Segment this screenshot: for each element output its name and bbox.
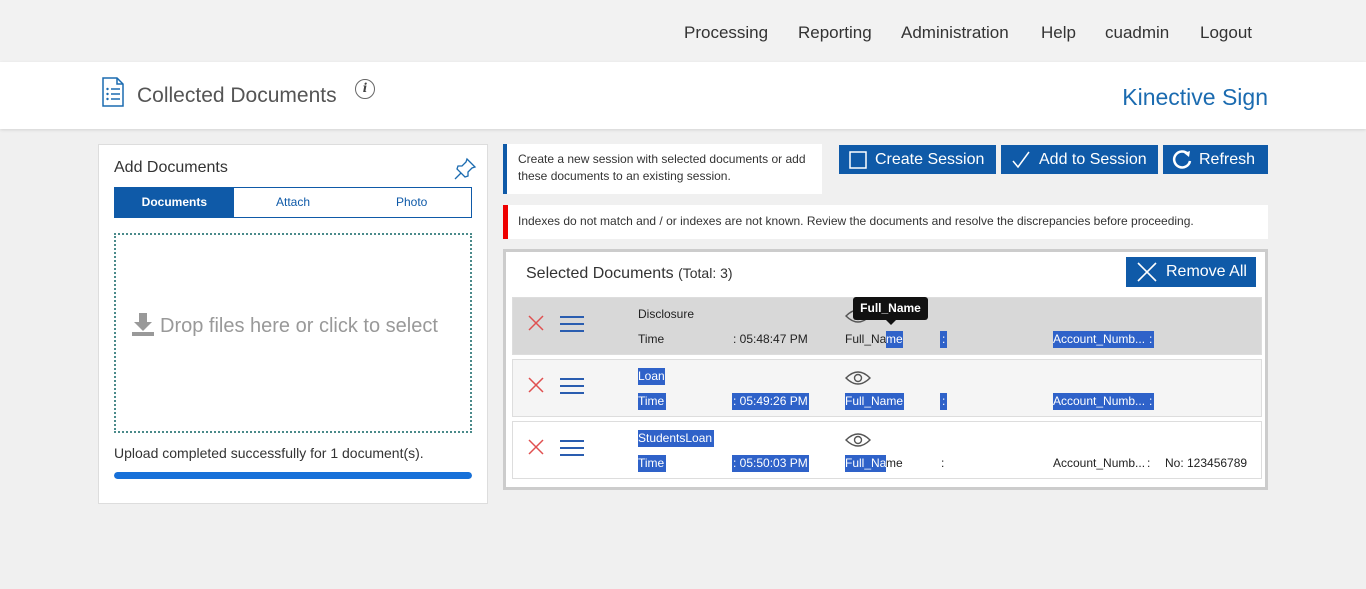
document-name: Disclosure xyxy=(638,307,695,321)
refresh-button[interactable]: Refresh xyxy=(1163,145,1268,174)
upload-progress-fill xyxy=(114,472,472,479)
nav-reporting[interactable]: Reporting xyxy=(798,23,872,43)
menu-icon[interactable] xyxy=(559,439,585,457)
refresh-label: Refresh xyxy=(1199,150,1256,168)
add-documents-panel: Add Documents Documents Attach Photo Dro… xyxy=(98,144,488,504)
page-header: Collected Documents i Kinective Sign xyxy=(0,62,1366,129)
top-nav: Processing Reporting Administration Help… xyxy=(0,0,1366,62)
full-name-label-part1: Full_Na xyxy=(845,332,887,346)
selected-documents-label: Selected Documents xyxy=(526,265,674,282)
upload-tabs: Documents Attach Photo xyxy=(114,187,472,218)
full-name-tooltip: Full_Name xyxy=(853,297,928,325)
info-icon[interactable]: i xyxy=(355,79,375,99)
nav-logout[interactable]: Logout xyxy=(1200,23,1252,43)
download-icon xyxy=(132,313,154,336)
time-label: Time xyxy=(638,393,667,410)
eye-icon[interactable] xyxy=(845,432,871,448)
account-number-separator: : xyxy=(1147,331,1155,348)
create-session-button[interactable]: Create Session xyxy=(839,145,996,174)
upload-status: Upload completed successfully for 1 docu… xyxy=(114,445,424,461)
document-name: StudentsLoan xyxy=(638,430,715,447)
account-number-label: Account_Numb... xyxy=(1053,331,1149,348)
checkmark-icon xyxy=(1012,151,1030,168)
session-info: Create a new session with selected docum… xyxy=(503,144,822,194)
refresh-icon xyxy=(1172,149,1192,169)
full-name-label-part2: me xyxy=(886,456,903,470)
nav-user[interactable]: cuadmin xyxy=(1105,23,1169,43)
remove-all-button[interactable]: Remove All xyxy=(1126,257,1256,287)
tab-documents[interactable]: Documents xyxy=(115,188,234,217)
selected-documents-panel: Selected Documents (Total: 3) Remove All… xyxy=(503,249,1268,490)
menu-icon[interactable] xyxy=(559,377,585,395)
account-number-label: Account_Numb... xyxy=(1053,393,1149,410)
add-to-session-button[interactable]: Add to Session xyxy=(1001,145,1158,174)
upload-progress-bar xyxy=(114,472,472,479)
remove-all-label: Remove All xyxy=(1166,263,1247,280)
eye-icon[interactable] xyxy=(845,370,871,386)
selected-documents-title: Selected Documents (Total: 3) xyxy=(526,265,733,283)
tab-photo[interactable]: Photo xyxy=(352,188,471,217)
dropzone-label: Drop files here or click to select xyxy=(160,315,438,337)
nav-processing[interactable]: Processing xyxy=(684,23,768,43)
account-number-label: Account_Numb... xyxy=(1053,456,1146,470)
full-name-separator: : xyxy=(941,456,945,470)
account-number-value: No: 123456789 xyxy=(1165,456,1248,470)
account-number-separator: : xyxy=(1147,456,1151,470)
pin-icon[interactable] xyxy=(453,157,477,181)
full-name-label-part2: me xyxy=(886,331,903,348)
remove-icon[interactable] xyxy=(527,376,545,394)
full-name-separator: : xyxy=(940,331,948,348)
checkbox-icon xyxy=(849,150,867,169)
remove-icon[interactable] xyxy=(527,314,545,332)
tab-attach[interactable]: Attach xyxy=(234,188,353,217)
nav-help[interactable]: Help xyxy=(1041,23,1076,43)
page-title: Collected Documents xyxy=(137,84,337,107)
file-dropzone[interactable]: Drop files here or click to select xyxy=(114,233,472,433)
nav-administration[interactable]: Administration xyxy=(901,23,1009,43)
time-value: : 05:48:47 PM xyxy=(733,332,808,346)
close-icon xyxy=(1137,262,1157,282)
menu-icon[interactable] xyxy=(559,315,585,333)
full-name-label: Full_Name xyxy=(845,393,905,410)
remove-icon[interactable] xyxy=(527,438,545,456)
time-label: Time xyxy=(638,455,667,472)
create-session-label: Create Session xyxy=(875,150,985,168)
document-row[interactable]: StudentsLoan Time : 05:50:03 PM Full_Na … xyxy=(512,421,1262,479)
brand-name: Kinective Sign xyxy=(1122,84,1268,110)
selected-documents-total: (Total: 3) xyxy=(678,265,733,281)
document-name: Loan xyxy=(638,368,665,385)
account-number-separator: : xyxy=(1147,393,1155,410)
full-name-label-part1: Full_Na xyxy=(845,455,887,472)
index-warning: Indexes do not match and / or indexes ar… xyxy=(503,205,1268,239)
full-name-separator: : xyxy=(940,393,948,410)
document-list-icon xyxy=(102,77,124,107)
time-label: Time xyxy=(638,332,665,346)
time-value: : 05:50:03 PM xyxy=(732,455,809,472)
time-value: : 05:49:26 PM xyxy=(732,393,809,410)
document-row[interactable]: Loan Time : 05:49:26 PM Full_Name : Acco… xyxy=(512,359,1262,417)
add-to-session-label: Add to Session xyxy=(1039,150,1147,168)
add-documents-title: Add Documents xyxy=(114,159,228,176)
